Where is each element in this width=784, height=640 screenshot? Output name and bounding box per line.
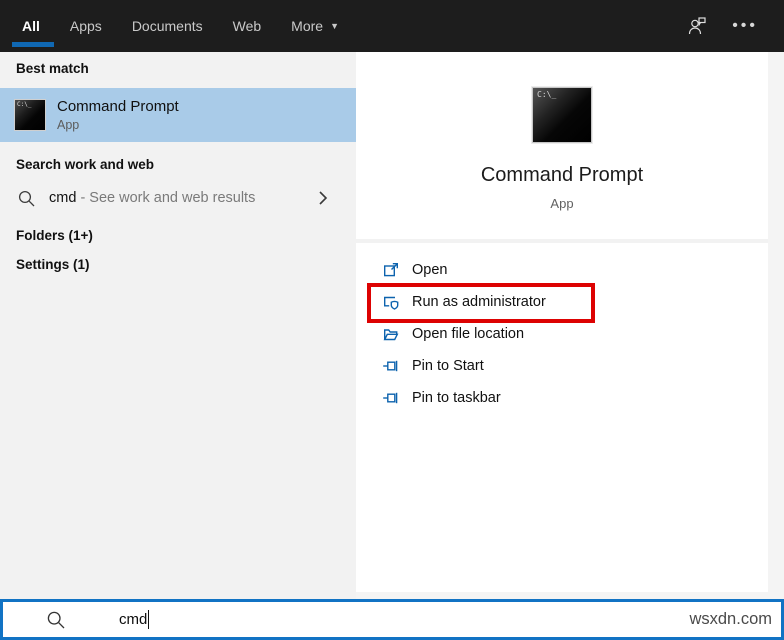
- results-panel: Best match C:\_ Command Prompt App Searc…: [0, 52, 356, 600]
- result-title: Command Prompt: [57, 98, 179, 115]
- command-prompt-icon-large: C:\_: [532, 87, 592, 143]
- search-input[interactable]: cmd: [119, 610, 150, 629]
- action-open-file-location[interactable]: Open file location: [356, 318, 768, 350]
- action-open[interactable]: Open: [356, 254, 768, 286]
- shield-admin-icon: [382, 293, 400, 311]
- active-tab-underline: [12, 42, 54, 47]
- divider: [356, 239, 768, 243]
- action-label: Pin to Start: [412, 358, 484, 374]
- tab-documents-label: Documents: [131, 18, 203, 34]
- tab-apps-label: Apps: [69, 18, 102, 34]
- search-icon: [17, 189, 36, 208]
- pin-icon: [382, 357, 400, 375]
- settings-header: Settings (1): [16, 257, 90, 272]
- tab-web[interactable]: Web: [233, 0, 262, 52]
- tab-all[interactable]: All: [12, 0, 54, 52]
- pin-icon: [382, 389, 400, 407]
- action-list: Open Run as administrator Open file loca…: [356, 254, 768, 414]
- app-subtitle: App: [550, 196, 574, 211]
- action-run-as-administrator[interactable]: Run as administrator: [356, 286, 768, 318]
- tab-all-label: All: [22, 18, 40, 34]
- search-web-header: Search work and web: [16, 157, 155, 172]
- web-suggestion-row[interactable]: cmd - See work and web results: [0, 180, 356, 216]
- best-match-result-command-prompt[interactable]: C:\_ Command Prompt App: [0, 88, 356, 142]
- action-label: Open file location: [412, 326, 525, 342]
- watermark-text: wsxdn.com: [689, 610, 772, 628]
- best-match-header: Best match: [16, 61, 89, 76]
- search-top-bar: All Apps Documents Web More ▼ •••: [0, 0, 784, 52]
- tab-more-label: More: [291, 18, 324, 34]
- ellipsis-menu-icon[interactable]: •••: [732, 18, 758, 34]
- folders-header: Folders (1+): [16, 228, 93, 243]
- tab-web-label: Web: [232, 18, 262, 34]
- result-subtitle: App: [57, 118, 80, 132]
- folder-icon: [382, 325, 400, 343]
- action-label: Pin to taskbar: [412, 390, 501, 406]
- tab-apps[interactable]: Apps: [70, 0, 102, 52]
- terminal-glyph: C:\_: [537, 90, 557, 99]
- open-icon: [382, 261, 400, 279]
- feedback-icon[interactable]: [686, 15, 708, 37]
- tab-documents[interactable]: Documents: [132, 0, 203, 52]
- search-query-text: cmd: [119, 611, 148, 628]
- suggestion-hint: - See work and web results: [80, 190, 256, 206]
- action-label: Run as administrator: [412, 294, 546, 310]
- filter-tabs: All Apps Documents Web More ▼: [0, 0, 339, 52]
- command-prompt-icon: C:\_: [14, 99, 46, 131]
- chevron-down-icon: ▼: [330, 21, 339, 31]
- search-icon: [46, 610, 66, 630]
- text-caret: [148, 610, 150, 629]
- tab-more[interactable]: More ▼: [291, 0, 339, 52]
- taskbar-search-box[interactable]: cmd wsxdn.com: [0, 599, 784, 640]
- preview-panel: C:\_ Command Prompt App Open Run as admi…: [356, 52, 768, 592]
- action-pin-to-start[interactable]: Pin to Start: [356, 350, 768, 382]
- terminal-glyph: C:\_: [17, 101, 32, 108]
- suggestion-query: cmd: [49, 190, 77, 206]
- action-label: Open: [412, 262, 448, 278]
- chevron-right-icon[interactable]: [318, 190, 328, 206]
- app-title: Command Prompt: [480, 164, 644, 186]
- action-pin-to-taskbar[interactable]: Pin to taskbar: [356, 382, 768, 414]
